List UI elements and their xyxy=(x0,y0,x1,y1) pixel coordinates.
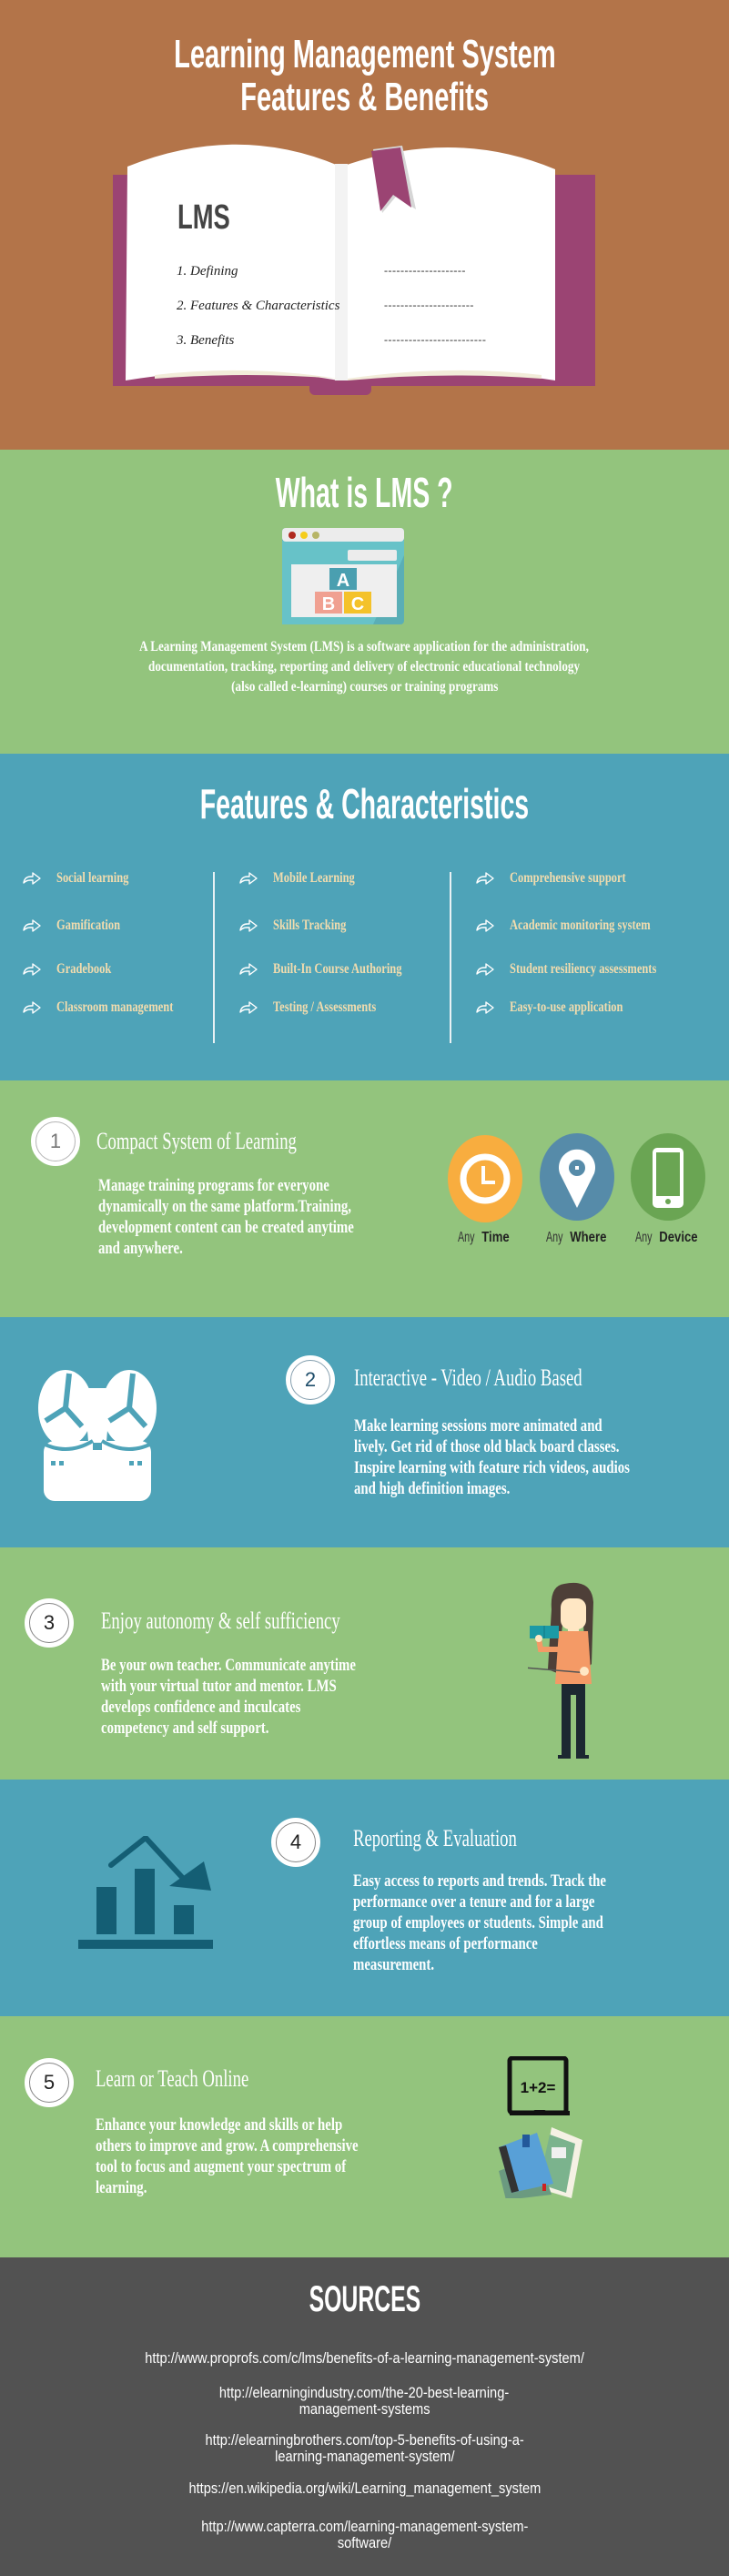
benefit-section-4: 4 Reporting & Evaluation Easy access to … xyxy=(0,1780,729,2016)
feature-label: Social learning xyxy=(56,870,129,886)
benefit-title: Reporting & Evaluation xyxy=(353,1825,517,1851)
source-link[interactable]: http://elearningindustry.com/the-20-best… xyxy=(0,2385,729,2418)
step-number: 5 xyxy=(25,2058,74,2107)
laptop-books-icon: 1+2= xyxy=(499,2056,582,2198)
feature-label: Testing / Assessments xyxy=(273,999,377,1015)
curved-arrow-right-icon xyxy=(239,963,258,976)
feature-label: Built-In Course Authoring xyxy=(273,961,402,977)
title-line-1: Learning Management System xyxy=(173,32,556,76)
curved-arrow-right-icon xyxy=(476,872,494,885)
what-is-lms-section: What is LMS ? A B C A Learning Managemen… xyxy=(0,450,729,754)
feature-item: Gradebook xyxy=(22,961,127,978)
source-link[interactable]: http://elearningbrothers.com/top-5-benef… xyxy=(0,2432,729,2465)
toc-dashes: ---------------------- xyxy=(384,299,474,311)
browser-abc-blocks-icon: A B C xyxy=(282,528,404,624)
section-title: SOURCES xyxy=(309,2279,420,2319)
lms-description: A Learning Management System (LMS) is a … xyxy=(139,639,590,695)
feature-item: Skills Tracking xyxy=(238,918,367,934)
curved-arrow-right-icon xyxy=(476,1001,494,1014)
feature-item: Academic monitoring system xyxy=(475,918,690,934)
toc-dashes: -------------------- xyxy=(384,264,466,277)
curved-arrow-right-icon xyxy=(239,872,258,885)
block-letter: A xyxy=(337,571,349,591)
benefit-section-1: 1 Compact System of Learning Manage trai… xyxy=(0,1080,729,1317)
step-number: 3 xyxy=(25,1598,74,1648)
curved-arrow-right-icon xyxy=(23,919,41,932)
benefit-description: Be your own teacher. Communicate anytime… xyxy=(101,1656,356,1738)
section-title: Features & Characteristics xyxy=(199,780,530,827)
feature-item: Classroom management xyxy=(22,999,207,1016)
teacher-woman-illustration xyxy=(528,1582,593,1759)
any-time-label: Any Time xyxy=(458,1230,510,1245)
any-where-label: Any Where xyxy=(546,1230,607,1245)
hero-section: Learning Management System Features & Be… xyxy=(0,0,729,450)
benefit-description: Manage training programs for everyone dyn… xyxy=(98,1176,354,1258)
book-heading: LMS xyxy=(177,198,230,237)
clock-icon xyxy=(448,1135,522,1222)
screen-text: 1+2= xyxy=(521,2079,556,2096)
feature-item: Built-In Course Authoring xyxy=(238,961,438,978)
smartphone-icon xyxy=(631,1133,705,1221)
curved-arrow-right-icon xyxy=(476,919,494,932)
benefit-title: Compact System of Learning xyxy=(96,1128,297,1154)
curved-arrow-right-icon xyxy=(476,963,494,976)
benefit-section-2: 2 Interactive - Video / Audio Based Make… xyxy=(0,1317,729,1547)
toc-item: 3. Benefits xyxy=(177,333,235,348)
feature-item: Mobile Learning xyxy=(238,870,378,887)
feature-label: Academic monitoring system xyxy=(510,918,651,933)
feature-item: Social learning xyxy=(22,870,149,887)
feature-item: Testing / Assessments xyxy=(238,999,405,1016)
benefit-section-5: 5 Learn or Teach Online Enhance your kno… xyxy=(0,2016,729,2257)
source-link[interactable]: http://www.capterra.com/learning-managem… xyxy=(0,2519,729,2551)
benefit-description: Make learning sessions more animated and… xyxy=(354,1416,630,1498)
feature-label: Comprehensive support xyxy=(510,870,626,886)
feature-label: Skills Tracking xyxy=(273,918,347,933)
title-line-2: Features & Benefits xyxy=(240,75,489,119)
section-title: What is LMS ? xyxy=(276,469,453,516)
open-book-illustration: LMS 1. Defining 2. Features & Characteri… xyxy=(100,137,610,410)
bar-chart-trend-down-icon xyxy=(78,1836,213,1949)
benefit-title: Learn or Teach Online xyxy=(96,2065,249,2092)
page-title: Learning Management System Features & Be… xyxy=(0,33,729,118)
toc-dashes: ------------------------- xyxy=(384,333,487,346)
block-letter: C xyxy=(351,594,364,614)
feature-label: Easy-to-use application xyxy=(510,999,623,1015)
feature-label: Gradebook xyxy=(56,961,112,977)
feature-label: Gamification xyxy=(56,918,121,933)
features-section: Features & Characteristics Social learni… xyxy=(0,754,729,1080)
any-device-label: Any Device xyxy=(635,1230,698,1245)
feature-item: Comprehensive support xyxy=(475,870,659,887)
source-link[interactable]: https://en.wikipedia.org/wiki/Learning_m… xyxy=(0,2480,729,2497)
benefit-description: Enhance your knowledge and skills or hel… xyxy=(96,2115,359,2197)
map-pin-icon xyxy=(540,1133,614,1221)
benefit-title: Interactive - Video / Audio Based xyxy=(354,1364,582,1391)
step-number: 1 xyxy=(31,1117,80,1166)
toc-item: 1. Defining xyxy=(177,264,238,279)
curved-arrow-right-icon xyxy=(23,963,41,976)
column-divider xyxy=(213,872,215,1043)
sources-section: SOURCES http://www.proprofs.com/c/lms/be… xyxy=(0,2257,729,2576)
curved-arrow-right-icon xyxy=(23,1001,41,1014)
step-number: 2 xyxy=(286,1355,335,1405)
feature-item: Gamification xyxy=(22,918,138,934)
benefit-description: Easy access to reports and trends. Track… xyxy=(353,1871,607,1974)
feature-label: Student resiliency assessments xyxy=(510,961,657,977)
curved-arrow-right-icon xyxy=(239,919,258,932)
feature-item: Easy-to-use application xyxy=(475,999,655,1016)
feature-label: Mobile Learning xyxy=(273,870,355,886)
column-divider xyxy=(450,872,451,1043)
curved-arrow-right-icon xyxy=(239,1001,258,1014)
block-letter: B xyxy=(322,594,335,614)
benefit-section-3: 3 Enjoy autonomy & self sufficiency Be y… xyxy=(0,1547,729,1780)
feature-label: Classroom management xyxy=(56,999,174,1015)
source-link[interactable]: http://www.proprofs.com/c/lms/benefits-o… xyxy=(0,2350,729,2367)
step-number: 4 xyxy=(271,1818,320,1867)
curved-arrow-right-icon xyxy=(23,872,41,885)
toc-item: 2. Features & Characteristics xyxy=(177,299,340,313)
reel-to-reel-recorder-icon xyxy=(38,1370,157,1501)
feature-item: Student resiliency assessments xyxy=(475,961,698,978)
benefit-title: Enjoy autonomy & self sufficiency xyxy=(101,1607,340,1634)
